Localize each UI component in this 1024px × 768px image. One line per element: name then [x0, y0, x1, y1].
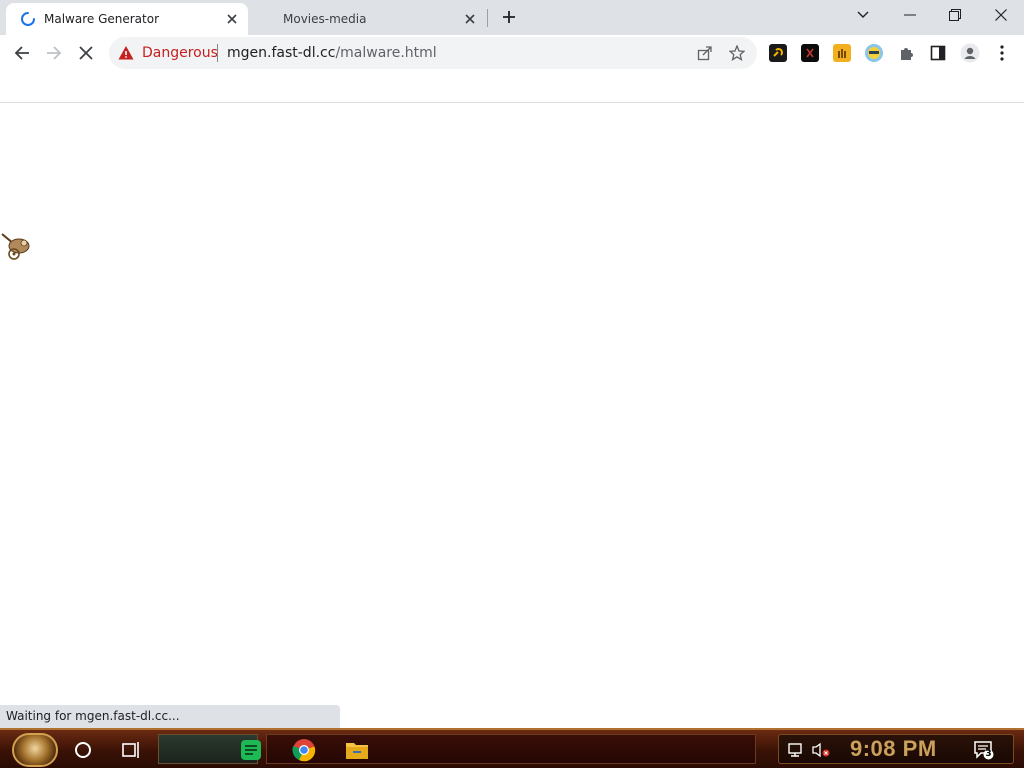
- plus-icon: [503, 11, 515, 23]
- tab-separator: [487, 9, 488, 27]
- browser-menu-button[interactable]: [987, 38, 1017, 68]
- cortana-button[interactable]: [71, 738, 95, 762]
- taskbar-decorative-panel: [266, 734, 756, 764]
- side-panel-button[interactable]: [923, 38, 953, 68]
- star-icon[interactable]: [727, 43, 747, 63]
- close-icon: [79, 46, 93, 60]
- extensions-button[interactable]: [891, 38, 921, 68]
- extension-dark-icon[interactable]: [801, 44, 819, 62]
- address-bar[interactable]: Dangerous mgen.fast-dl.cc/malware.html: [109, 37, 757, 69]
- url-host: mgen.fast-dl.cc: [227, 45, 336, 61]
- tab-title: Movies-media: [283, 12, 367, 26]
- restore-icon: [949, 9, 961, 21]
- start-button[interactable]: [12, 733, 58, 767]
- chrome-icon: [292, 739, 316, 762]
- taskbar-clock[interactable]: 9:08 PM: [850, 736, 937, 762]
- minimize-icon: [904, 14, 916, 16]
- stop-loading-button[interactable]: [71, 38, 101, 68]
- network-icon[interactable]: [786, 738, 806, 762]
- share-icon[interactable]: [695, 43, 715, 63]
- arrow-left-icon: [14, 46, 29, 60]
- new-tab-button[interactable]: [498, 6, 520, 28]
- volume-muted-icon[interactable]: [810, 738, 832, 762]
- steampunk-cursor-icon: [1, 233, 30, 260]
- status-bubble: Waiting for mgen.fast-dl.cc...: [0, 705, 340, 728]
- tab-title: Malware Generator: [44, 12, 160, 26]
- tab-malware-generator[interactable]: Malware Generator: [6, 3, 248, 35]
- notes-app-button[interactable]: [239, 738, 263, 762]
- folder-icon: [346, 743, 368, 759]
- task-view-icon: [122, 742, 139, 758]
- profile-button[interactable]: [955, 38, 985, 68]
- arrow-right-icon: [47, 46, 62, 60]
- tab-strip: Malware Generator Movies-media: [0, 0, 1024, 35]
- warning-triangle-icon[interactable]: [118, 45, 134, 61]
- loading-spinner-icon: [21, 12, 35, 26]
- tab-search-button[interactable]: [843, 2, 883, 28]
- file-explorer-button[interactable]: [345, 738, 369, 762]
- security-status-label[interactable]: Dangerous: [142, 45, 218, 61]
- tab-movies-media[interactable]: Movies-media: [258, 3, 486, 35]
- extension-link-icon[interactable]: [769, 44, 787, 62]
- extension-face-icon[interactable]: [865, 44, 883, 62]
- kebab-menu-icon: [1000, 45, 1004, 61]
- browser-toolbar: Dangerous mgen.fast-dl.cc/malware.html: [0, 35, 1024, 71]
- notification-count-badge: 3: [985, 749, 992, 759]
- extension-hand-icon[interactable]: [833, 44, 851, 62]
- side-panel-icon: [930, 45, 946, 61]
- tab-close-icon[interactable]: [222, 9, 242, 29]
- back-button[interactable]: [7, 38, 37, 68]
- tab-close-icon[interactable]: [460, 9, 480, 29]
- person-icon: [960, 43, 980, 63]
- page-content: [0, 103, 1024, 728]
- circle-icon: [75, 742, 91, 758]
- forward-button[interactable]: [39, 38, 69, 68]
- puzzle-icon: [901, 48, 913, 60]
- action-center-button[interactable]: 3: [972, 738, 996, 762]
- task-view-button[interactable]: [119, 738, 143, 762]
- close-icon: [995, 9, 1007, 21]
- minimize-button[interactable]: [890, 2, 930, 28]
- chrome-taskbar-button[interactable]: [292, 738, 316, 762]
- omnibox-divider: [217, 44, 218, 62]
- url-text[interactable]: mgen.fast-dl.cc/malware.html: [227, 45, 437, 61]
- chevron-down-icon: [857, 11, 869, 18]
- restore-button[interactable]: [935, 2, 975, 28]
- notes-icon: [241, 740, 261, 760]
- close-window-button[interactable]: [981, 2, 1021, 28]
- taskbar: 9:08 PM 3: [0, 728, 1024, 768]
- url-path: /malware.html: [335, 45, 437, 61]
